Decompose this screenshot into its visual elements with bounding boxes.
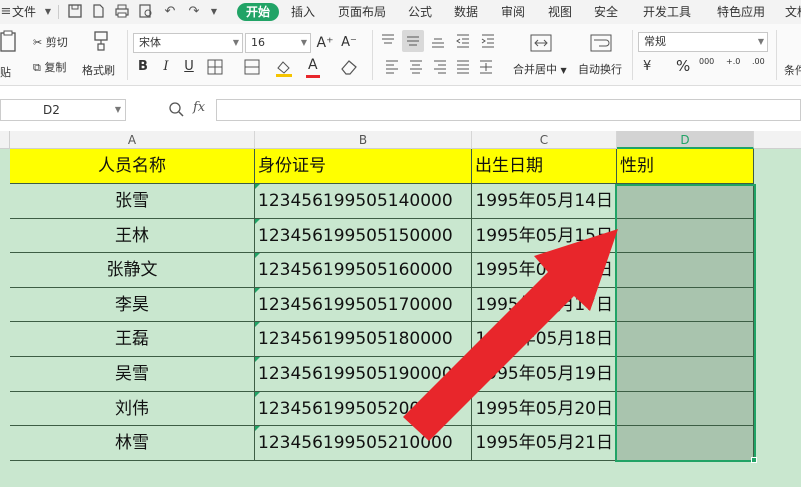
spreadsheet-window: { "menubar": { "file_label": "文件", "tabs…	[0, 0, 801, 487]
red-arrow-shape	[403, 229, 618, 441]
annotation-arrow	[403, 229, 618, 441]
